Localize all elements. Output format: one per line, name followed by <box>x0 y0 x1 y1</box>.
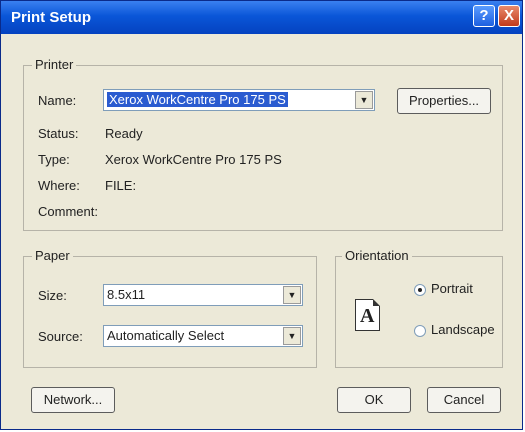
dropdown-arrow-icon[interactable]: ▼ <box>283 327 301 345</box>
cancel-button[interactable]: Cancel <box>427 387 501 413</box>
landscape-radio[interactable] <box>414 325 426 337</box>
landscape-label[interactable]: Landscape <box>431 322 495 337</box>
where-value: FILE: <box>105 178 137 193</box>
type-value: Xerox WorkCentre Pro 175 PS <box>105 152 282 167</box>
print-setup-dialog: Print Setup ? X Printer Name: Xerox Work… <box>0 0 523 430</box>
window-title: Print Setup <box>11 9 92 26</box>
status-label: Status: <box>38 126 79 141</box>
comment-label: Comment: <box>38 204 98 219</box>
page-letter: A <box>360 305 375 327</box>
orientation-group-label: Orientation <box>342 248 412 263</box>
paper-size-value: 8.5x11 <box>107 287 146 302</box>
dropdown-arrow-icon[interactable]: ▼ <box>355 91 373 109</box>
close-icon: X <box>503 7 514 24</box>
printer-name-value: Xerox WorkCentre Pro 175 PS <box>107 92 288 107</box>
paper-group-label: Paper <box>32 248 73 263</box>
where-label: Where: <box>38 178 80 193</box>
printer-group-label: Printer <box>32 57 77 72</box>
name-label: Name: <box>38 93 77 108</box>
properties-button[interactable]: Properties... <box>397 88 491 114</box>
paper-group: Paper <box>23 248 317 368</box>
size-label: Size: <box>38 288 67 303</box>
ok-button[interactable]: OK <box>337 387 411 413</box>
help-button[interactable]: ? <box>473 5 495 27</box>
title-bar[interactable]: Print Setup ? X <box>1 1 522 34</box>
status-value: Ready <box>105 126 143 141</box>
close-button[interactable]: X <box>498 5 520 27</box>
printer-name-select[interactable]: Xerox WorkCentre Pro 175 PS ▼ <box>103 89 375 111</box>
portrait-label[interactable]: Portrait <box>431 281 473 296</box>
dropdown-arrow-icon[interactable]: ▼ <box>283 286 301 304</box>
network-button[interactable]: Network... <box>31 387 115 413</box>
paper-size-select[interactable]: 8.5x11 ▼ <box>103 284 303 306</box>
portrait-radio[interactable] <box>414 284 426 296</box>
source-label: Source: <box>38 329 83 344</box>
page-orientation-icon: A <box>355 299 380 331</box>
type-label: Type: <box>38 152 70 167</box>
paper-source-select[interactable]: Automatically Select ▼ <box>103 325 303 347</box>
help-icon: ? <box>479 7 489 24</box>
paper-source-value: Automatically Select <box>107 328 225 343</box>
